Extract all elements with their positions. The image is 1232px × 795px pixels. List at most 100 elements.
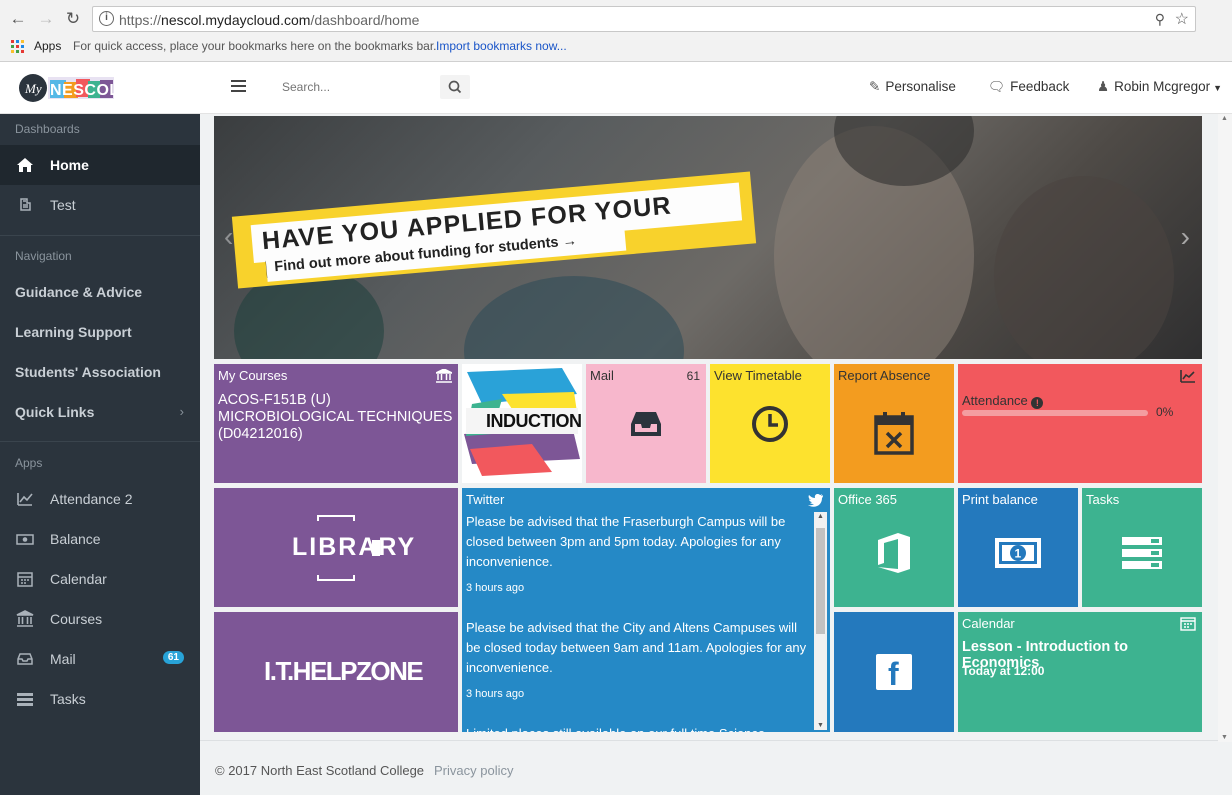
sidebar-item-balance[interactable]: Balance — [0, 519, 200, 559]
user-icon: ♟ — [1097, 79, 1110, 94]
calendar-cancel-icon — [874, 412, 914, 455]
search-icon — [448, 80, 462, 94]
caret-down-icon: ▼ — [1213, 83, 1223, 93]
key-icon[interactable]: ⚲ — [1155, 11, 1165, 28]
apps-grid-icon[interactable] — [11, 40, 24, 53]
calendar-icon — [1180, 617, 1196, 631]
twitter-icon — [808, 494, 823, 507]
tweet-text: Please be advised that the Fraserburgh C… — [466, 514, 786, 569]
sidebar-item-mail[interactable]: Mail 61 — [0, 639, 200, 679]
tweet-time: 3 hours ago — [466, 582, 525, 594]
tasks-icon — [17, 693, 33, 706]
calendar-tile[interactable]: Calendar Lesson - Introduction to Econom… — [958, 612, 1202, 732]
nescol-logo[interactable]: My NESCOL — [18, 70, 119, 106]
apps-link[interactable]: Apps — [34, 39, 61, 53]
sidebar: Dashboards Home Test Navigation Guidance… — [0, 114, 200, 795]
twitter-tile[interactable]: Twitter Please be advised that the Frase… — [462, 488, 830, 732]
sidebar-item-attendance[interactable]: Attendance 2 — [0, 479, 200, 519]
clock-icon — [752, 405, 788, 442]
sidebar-item-test[interactable]: Test — [0, 185, 200, 225]
copyright-text: © 2017 North East Scotland College — [215, 763, 425, 778]
user-menu[interactable]: ♟ Robin Mcgregor ▼ — [1097, 79, 1222, 95]
inbox-icon — [17, 653, 33, 665]
page-footer: © 2017 North East Scotland College Priva… — [200, 740, 1232, 795]
tweet-text: Limited places still available on our fu… — [466, 724, 811, 732]
bank-icon — [436, 369, 452, 383]
sidebar-divider — [0, 441, 200, 442]
import-bookmarks-link[interactable]: Import bookmarks now... — [436, 39, 567, 53]
twitter-scrollbar[interactable]: ▲ ▼ — [814, 512, 827, 730]
svg-text:My: My — [24, 81, 42, 96]
sidebar-item-courses[interactable]: Courses — [0, 599, 200, 639]
mail-tile[interactable]: Mail 61 — [586, 364, 706, 483]
search-input[interactable] — [272, 74, 468, 100]
bank-icon — [16, 610, 34, 627]
course-name: ACOS-F151B (U) MICROBIOLOGICAL TECHNIQUE… — [218, 392, 453, 442]
facebook-tile[interactable]: f — [834, 612, 954, 732]
scroll-up-icon[interactable]: ▲ — [817, 513, 824, 520]
sidebar-item-tasks[interactable]: Tasks — [0, 679, 200, 719]
attendance-label: Attendance ! — [962, 393, 1044, 409]
reload-icon[interactable]: ↻ — [63, 9, 83, 29]
feedback-link[interactable]: 🗨 Feedback — [988, 79, 1069, 95]
twitter-feed[interactable]: Please be advised that the Fraserburgh C… — [466, 512, 811, 732]
it-helpzone-tile[interactable]: I.T.HELPZONE — [214, 612, 458, 732]
funding-promo[interactable]: HAVE YOU APPLIED FOR YOUR FUNDING? Find … — [231, 171, 757, 289]
scroll-up-icon[interactable]: ▲ — [1221, 115, 1228, 122]
sidebar-item-students-association[interactable]: Students' Association — [0, 352, 200, 392]
office365-tile[interactable]: Office 365 — [834, 488, 954, 607]
timetable-tile[interactable]: View Timetable — [710, 364, 830, 483]
mail-count: 61 — [686, 369, 700, 383]
forward-icon[interactable]: → — [36, 9, 56, 29]
personalise-link[interactable]: ✎ Personalise — [869, 79, 956, 95]
svg-text:1: 1 — [1015, 547, 1022, 561]
browser-toolbar: ← → ↻ i https://nescol.mydaycloud.com/da… — [0, 0, 1232, 62]
tasks-icon — [1122, 537, 1162, 570]
apps-heading: Apps — [15, 456, 43, 470]
my-courses-tile[interactable]: My Courses ACOS-F151B (U) MICROBIOLOGICA… — [214, 364, 458, 483]
carousel-next-icon[interactable]: › — [1181, 221, 1190, 253]
sidebar-item-guidance[interactable]: Guidance & Advice — [0, 272, 200, 312]
sidebar-item-calendar[interactable]: Calendar — [0, 559, 200, 599]
report-absence-tile[interactable]: Report Absence — [834, 364, 954, 483]
office-icon — [878, 533, 910, 574]
inbox-icon — [631, 411, 661, 436]
star-icon[interactable]: ☆ — [1175, 9, 1189, 29]
library-tile[interactable]: LIBRARY — [214, 488, 458, 607]
sidebar-item-home[interactable]: Home — [0, 145, 200, 185]
money-icon: 1 — [995, 538, 1041, 569]
search-button[interactable] — [440, 75, 470, 99]
home-icon — [17, 158, 33, 172]
induction-tile[interactable]: INDUCTION — [462, 364, 582, 483]
print-balance-tile[interactable]: Print balance 1 — [958, 488, 1078, 607]
bookmarks-hint: For quick access, place your bookmarks h… — [73, 39, 437, 53]
menu-toggle-icon[interactable] — [231, 80, 246, 92]
scrollbar-thumb[interactable] — [816, 528, 825, 634]
line-chart-icon — [17, 493, 33, 506]
mail-count-badge: 61 — [162, 651, 184, 664]
funding-banner[interactable]: HAVE YOU APPLIED FOR YOUR FUNDING? Find … — [214, 116, 1202, 359]
calendar-event-time: Today at 12:00 — [962, 664, 1045, 678]
sidebar-item-quick-links[interactable]: Quick Links › — [0, 392, 200, 432]
attendance-tile[interactable]: Attendance ! 0% — [958, 364, 1202, 483]
scroll-down-icon[interactable]: ▼ — [817, 722, 824, 729]
dashboard-main: HAVE YOU APPLIED FOR YOUR FUNDING? Find … — [200, 114, 1232, 795]
navigation-heading: Navigation — [15, 249, 72, 263]
sidebar-item-learning-support[interactable]: Learning Support — [0, 312, 200, 352]
induction-label: INDUCTION — [486, 411, 582, 431]
tweet-text: Please be advised that the City and Alte… — [466, 620, 807, 675]
tasks-tile[interactable]: Tasks — [1082, 488, 1202, 607]
money-icon — [16, 534, 34, 545]
privacy-policy-link[interactable]: Privacy policy — [434, 763, 513, 778]
carousel-prev-icon[interactable]: ‹ — [224, 221, 233, 253]
back-icon[interactable]: ← — [8, 9, 28, 29]
scroll-down-icon[interactable]: ▼ — [1221, 734, 1228, 741]
address-bar[interactable]: i https://nescol.mydaycloud.com/dashboar… — [92, 6, 1196, 32]
info-circle-icon: ! — [1031, 397, 1044, 409]
page-scrollbar[interactable]: ▲ ▼ — [1218, 114, 1232, 742]
info-icon[interactable]: i — [99, 11, 114, 26]
attendance-percent: 0% — [1156, 405, 1174, 419]
app-header: My NESCOL ✎Personalise 🗨Feedback ♟Robin … — [0, 62, 1232, 114]
url-text: https://nescol.mydaycloud.com/dashboard/… — [119, 12, 420, 28]
line-chart-icon — [1180, 370, 1195, 383]
